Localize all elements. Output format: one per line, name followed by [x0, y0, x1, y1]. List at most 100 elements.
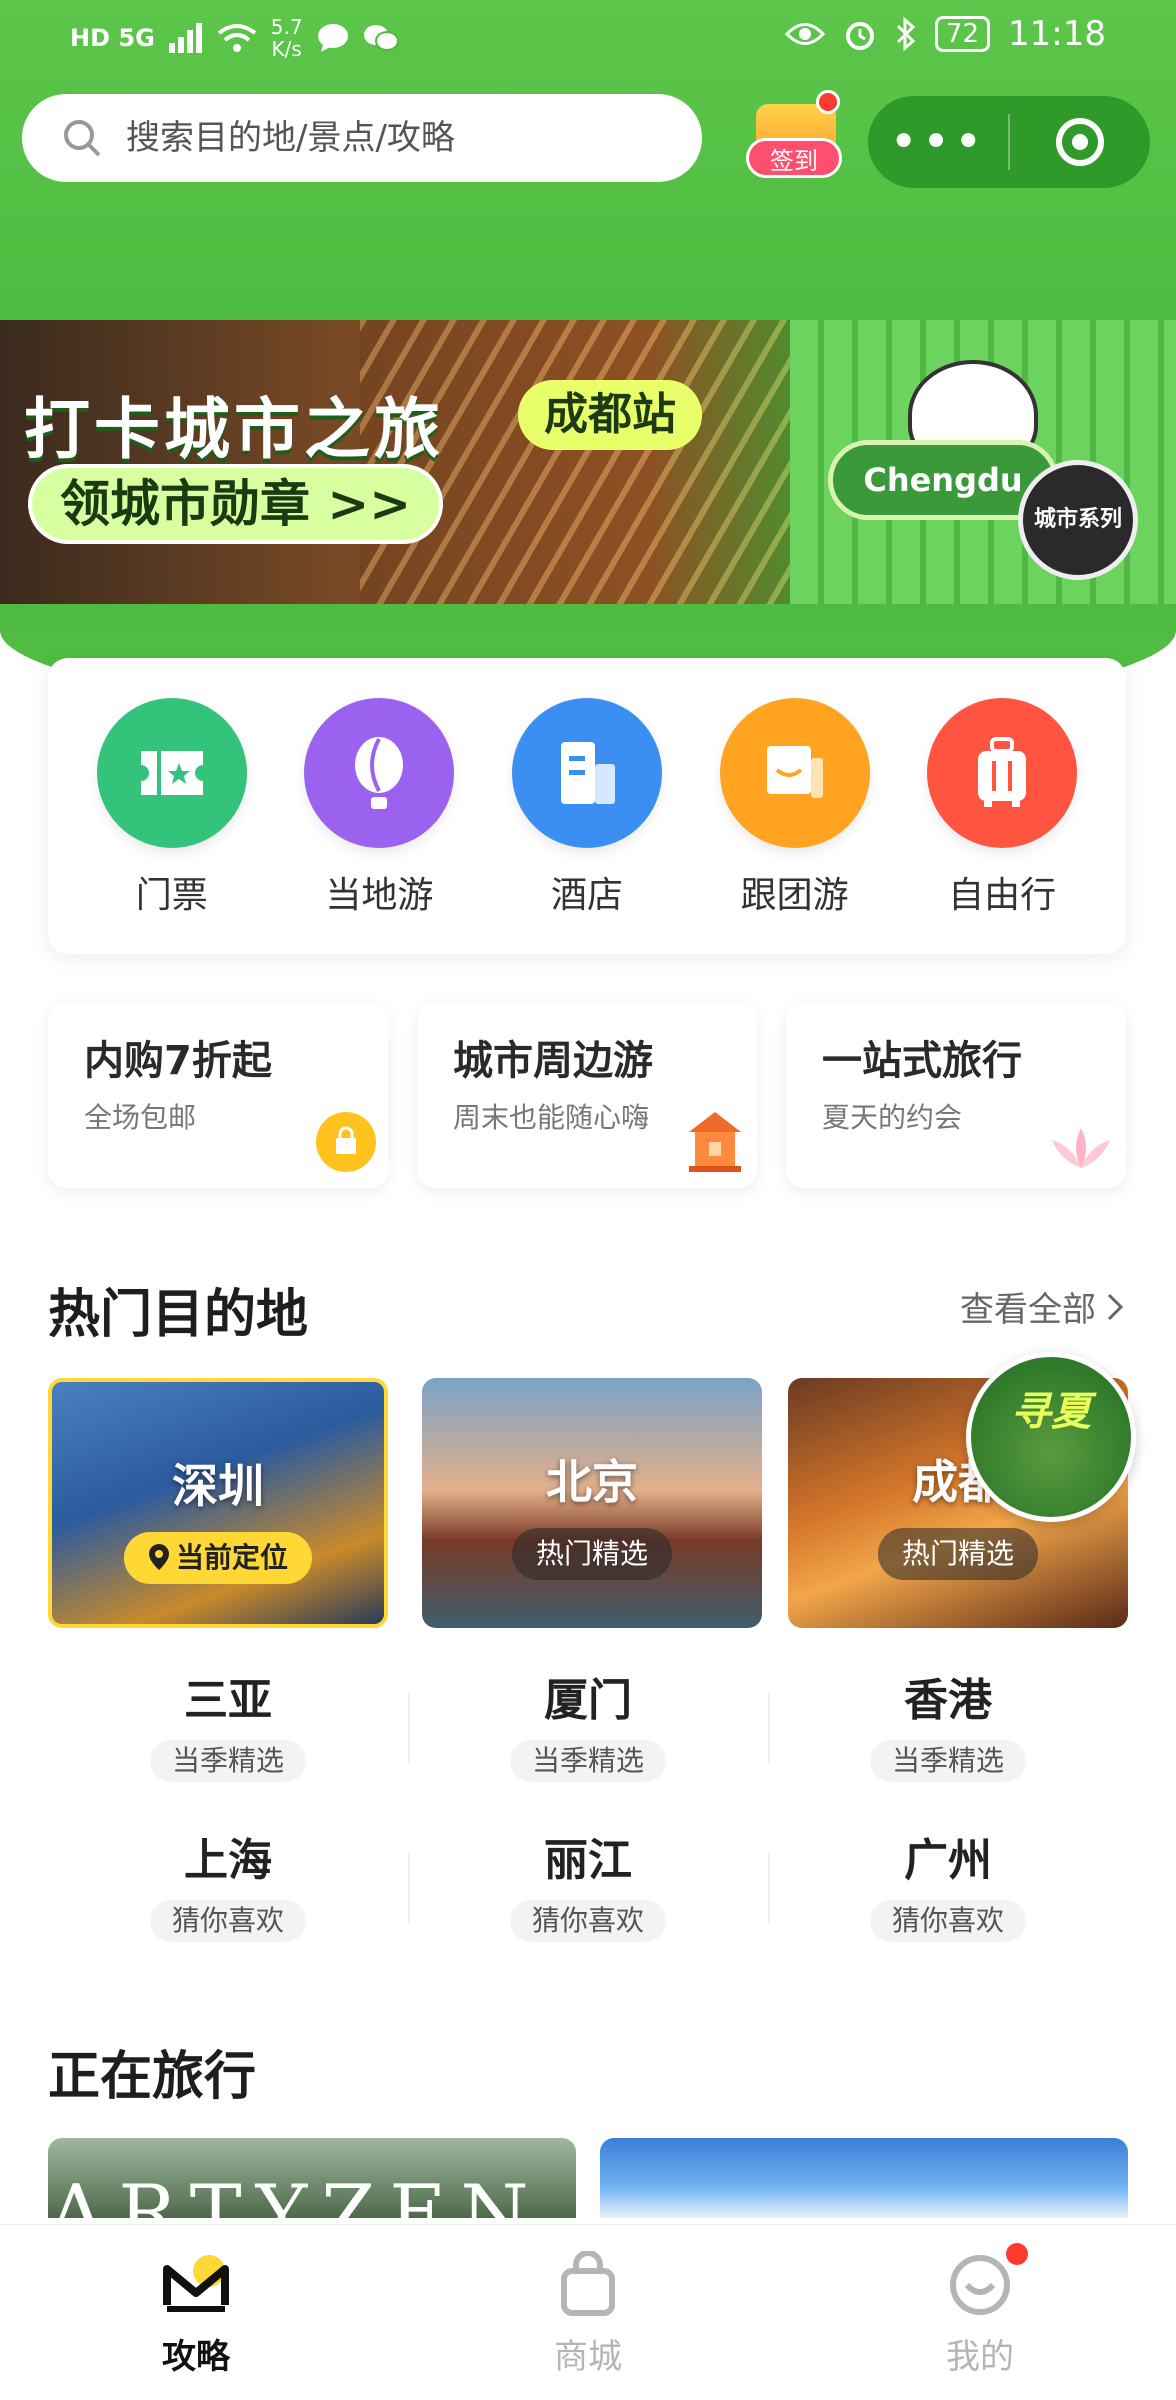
tab-label: 商城	[554, 2337, 622, 2377]
tab-label: 攻略	[162, 2337, 230, 2377]
promo-row: 内购7折起 全场包邮 城市周边游 周末也能随心嗨 一站式旅行 夏天的约会	[48, 1002, 1126, 1188]
category-label: 门票	[135, 875, 208, 916]
category-card: 门票 当地游 酒店 跟团游 自由行	[48, 658, 1126, 954]
dest-name: 香港	[904, 1675, 992, 1726]
balloon-icon	[304, 698, 455, 848]
dest-tag-label: 当前定位	[175, 1541, 289, 1574]
lotus-icon	[1046, 1124, 1116, 1178]
category-independent-travel[interactable]: 自由行	[912, 698, 1092, 954]
guide-m-icon	[163, 2255, 229, 2312]
dest-name: 丽江	[544, 1835, 632, 1886]
category-label: 跟团游	[740, 875, 849, 916]
dest-grid-row: 三亚 当季精选 厦门 当季精选 香港 当季精选	[48, 1664, 1128, 1824]
promo-title: 一站式旅行	[822, 1038, 1022, 1084]
banner-cta: 领城市勋章 >>	[28, 464, 444, 544]
clock: 11:18	[1008, 14, 1106, 54]
wechat-icon	[363, 25, 399, 51]
category-label: 酒店	[550, 875, 623, 916]
hot-destinations-title: 热门目的地	[48, 1285, 309, 1345]
dest-name: 上海	[184, 1835, 272, 1886]
suitcase-icon	[927, 698, 1078, 848]
bottom-tab-bar: 攻略 商城 我的	[0, 2224, 1176, 2400]
signin-label: 签到	[746, 138, 842, 178]
close-button[interactable]	[1010, 118, 1150, 166]
target-icon	[1056, 118, 1104, 166]
dest-city-name: 北京	[546, 1455, 638, 1509]
destination-cards: 深圳 当前定位 北京 热门精选 成都 热门精选	[48, 1378, 1128, 1628]
banner-city-tag: 成都站	[518, 380, 702, 450]
promo-title: 城市周边游	[453, 1038, 653, 1084]
promo-card-nearby[interactable]: 城市周边游 周末也能随心嗨	[417, 1002, 757, 1188]
net-speed: 5.7 K/s	[270, 15, 303, 61]
banner-title: 打卡城市之旅	[24, 390, 444, 468]
promo-title: 内购7折起	[84, 1038, 272, 1084]
battery-indicator: 72	[934, 16, 991, 52]
category-label: 当地游	[325, 875, 434, 916]
alarm-icon	[845, 22, 874, 50]
dest-sub-tag: 猜你喜欢	[869, 1900, 1026, 1942]
tab-mall[interactable]: 商城	[392, 2225, 784, 2400]
trip-card-2[interactable]	[600, 2138, 1128, 2218]
miniprogram-capsule: •••	[868, 96, 1150, 188]
summer-float-badge[interactable]: 寻夏	[966, 1352, 1136, 1522]
building-icon	[511, 698, 662, 848]
dest-card-beijing[interactable]: 北京 热门精选	[422, 1378, 762, 1628]
dest-city-name: 深圳	[172, 1459, 264, 1513]
city-medal: Chengdu 城市系列	[818, 340, 1148, 590]
trip-card-1[interactable]: ARTYZEN	[48, 2138, 576, 2218]
dest-item-sanya[interactable]: 三亚 当季精选	[48, 1664, 408, 1824]
smile-icon	[950, 2255, 1010, 2315]
traveling-now-title: 正在旅行	[48, 2047, 257, 2107]
dest-item-guangzhou[interactable]: 广州 猜你喜欢	[768, 1824, 1128, 1984]
bluetooth-icon	[896, 17, 916, 51]
category-local-tours[interactable]: 当地游	[289, 698, 469, 954]
promo-card-discount[interactable]: 内购7折起 全场包邮	[48, 1002, 388, 1188]
eye-icon	[784, 23, 825, 45]
trip-cards: ARTYZEN	[48, 2138, 1128, 2218]
notification-dot	[1006, 2243, 1028, 2265]
category-tickets[interactable]: 门票	[82, 698, 262, 954]
see-all-link[interactable]: 查看全部	[960, 1282, 1124, 1331]
category-group-tours[interactable]: 跟团游	[705, 698, 885, 954]
signin-button[interactable]: 签到	[746, 84, 842, 184]
dest-sub-tag: 猜你喜欢	[149, 1900, 306, 1942]
dest-item-xiamen[interactable]: 厦门 当季精选	[408, 1664, 768, 1824]
tab-guide[interactable]: 攻略	[0, 2225, 392, 2400]
network-indicator: HD 5G	[70, 24, 155, 52]
more-button[interactable]: •••	[868, 118, 1008, 166]
dest-sub-tag: 当季精选	[509, 1740, 666, 1782]
medal-seal: 城市系列	[1018, 460, 1138, 580]
dest-name: 厦门	[544, 1675, 632, 1726]
dest-card-shenzhen[interactable]: 深圳 当前定位	[48, 1378, 388, 1628]
search-bar[interactable]	[22, 94, 702, 182]
see-all-label: 查看全部	[960, 1290, 1096, 1330]
search-input[interactable]	[126, 118, 686, 158]
dest-sub-tag: 猜你喜欢	[509, 1900, 666, 1942]
dest-grid-row: 上海 猜你喜欢 丽江 猜你喜欢 广州 猜你喜欢	[48, 1824, 1128, 1984]
search-icon	[64, 120, 101, 157]
category-label: 自由行	[948, 875, 1057, 916]
dest-item-lijiang[interactable]: 丽江 猜你喜欢	[408, 1824, 768, 1984]
promo-card-one-stop[interactable]: 一站式旅行 夏天的约会	[786, 1002, 1126, 1188]
promo-banner[interactable]: 打卡城市之旅 成都站 领城市勋章 >> Chengdu 城市系列	[0, 320, 1176, 604]
status-left: HD 5G 5.7 K/s	[70, 16, 399, 60]
status-right: 72 11:18	[784, 14, 1106, 54]
dest-tag: 热门精选	[877, 1528, 1039, 1580]
bag-icon	[314, 1110, 378, 1178]
pavilion-icon	[683, 1108, 747, 1178]
category-hotels[interactable]: 酒店	[497, 698, 677, 954]
notification-dot	[816, 90, 840, 114]
dest-tag: 热门精选	[511, 1528, 673, 1580]
float-badge-text: 寻夏	[1011, 1389, 1091, 1435]
tab-profile[interactable]: 我的	[784, 2225, 1176, 2400]
ticket-icon	[96, 698, 247, 848]
dest-item-hongkong[interactable]: 香港 当季精选	[768, 1664, 1128, 1824]
current-location-tag: 当前定位	[123, 1532, 313, 1584]
dest-item-shanghai[interactable]: 上海 猜你喜欢	[48, 1824, 408, 1984]
chat-bubble-icon	[317, 24, 348, 52]
destination-grid: 三亚 当季精选 厦门 当季精选 香港 当季精选 上海 猜你喜欢 丽江 猜你喜欢 …	[48, 1664, 1128, 1984]
shopping-bag-icon	[561, 2251, 615, 2316]
flag-icon	[719, 698, 870, 848]
signal-icon	[168, 23, 202, 53]
dest-name: 三亚	[184, 1675, 272, 1726]
